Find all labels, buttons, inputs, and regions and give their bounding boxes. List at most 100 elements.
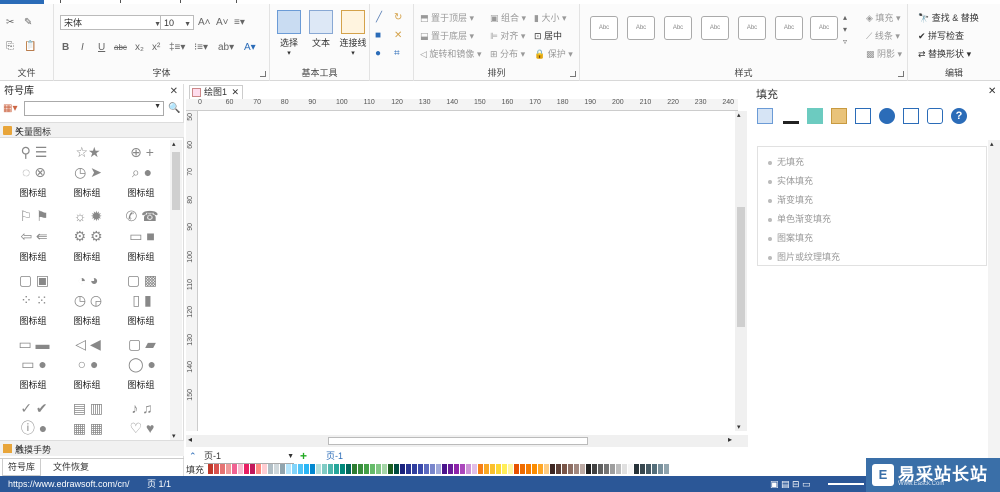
icon-group-item[interactable]: ▭ ▬ ▭ ● 图标组 [6,332,60,394]
style-thumb[interactable]: Abc [627,16,655,40]
line-tool-icon[interactable]: ╱ [376,12,382,24]
color-swatch[interactable] [214,464,219,474]
replace-shape-button[interactable]: ⇄ 替换形状 ▾ [918,48,971,60]
color-swatch[interactable] [580,464,585,474]
grow-font-icon[interactable]: A˄ [198,17,211,29]
send-back-button[interactable]: ⬓ 置于底层 ▾ [420,30,474,42]
search-icon[interactable]: 🔍 [168,103,180,115]
color-swatch[interactable] [628,464,633,474]
color-swatch[interactable] [430,464,435,474]
drawing-page[interactable] [199,112,736,432]
close-icon[interactable]: ✕ [15,443,178,454]
color-swatch[interactable] [424,464,429,474]
color-swatch[interactable] [382,464,387,474]
library-scrollbar[interactable]: ▴ ▾ [170,140,182,440]
color-swatch[interactable] [640,464,645,474]
color-swatch[interactable] [478,464,483,474]
color-swatch[interactable] [448,464,453,474]
color-swatch[interactable] [250,464,255,474]
color-swatch[interactable] [502,464,507,474]
scroll-thumb[interactable] [737,207,745,327]
fill-option[interactable]: 图片或纹理填充 [768,250,840,263]
color-swatch[interactable] [598,464,603,474]
align-button[interactable]: ⊫ 对齐 ▾ [490,30,525,42]
icon-group-item[interactable]: ▢ ▩ ▯ ▮ 图标组 [114,268,168,330]
arc-tool-icon[interactable]: ↻ [394,12,402,24]
color-swatch[interactable] [592,464,597,474]
color-swatch[interactable] [508,464,513,474]
fill-panel-scrollbar[interactable]: ▴ [988,140,1000,460]
color-swatch[interactable] [490,464,495,474]
distribute-button[interactable]: ⊞ 分布 ▾ [490,48,525,60]
bullets-icon[interactable]: ⁝≡▾ [194,42,208,54]
fill-option[interactable]: 单色渐变填充 [768,212,831,225]
spell-check-button[interactable]: ✔ 拼写检查 [918,30,964,42]
color-swatch[interactable] [526,464,531,474]
color-swatch[interactable] [532,464,537,474]
category-header[interactable]: 矢量图标 ✕ [0,122,184,138]
color-swatch[interactable] [388,464,393,474]
bring-front-button[interactable]: ⬒ 置于顶层 ▾ [420,12,474,24]
arrange-dialog-launcher[interactable] [570,71,576,77]
cross-tool-icon[interactable]: ✕ [394,30,402,42]
color-swatch[interactable] [268,464,273,474]
paragraph-align-icon[interactable]: ≡▾ [234,17,245,29]
color-swatch[interactable] [466,464,471,474]
icon-group-item[interactable]: ☼ ✹ ⚙ ⚙ 图标组 [60,204,114,266]
color-swatch[interactable] [484,464,489,474]
ellipse-tool-icon[interactable]: ● [375,48,381,60]
scroll-thumb[interactable] [328,437,588,445]
color-swatch[interactable] [280,464,285,474]
color-swatch[interactable] [538,464,543,474]
style-thumb[interactable]: Abc [775,16,803,40]
icon-group-item[interactable]: ⚲ ☰ ◌ ⊗ 图标组 [6,140,60,202]
page-tab[interactable]: 页-1 [326,450,343,463]
color-swatch[interactable] [616,464,621,474]
category-header[interactable]: 触摸手势 ✕ [0,440,184,456]
color-swatch[interactable] [610,464,615,474]
color-swatch[interactable] [472,464,477,474]
color-swatch[interactable] [646,464,651,474]
color-swatch[interactable] [568,464,573,474]
line-pen-icon[interactable] [783,108,799,124]
shadow-button[interactable]: ▩ 阴影 ▾ [866,48,902,60]
shrink-font-icon[interactable]: A˅ [216,17,229,29]
color-swatch[interactable] [520,464,525,474]
comment-icon[interactable] [927,108,943,124]
highlight-icon[interactable]: ab▾ [218,42,234,54]
add-page-icon[interactable]: + [300,450,307,463]
color-swatch[interactable] [328,464,333,474]
icon-group-item[interactable]: ☆★ ◷ ➤ 图标组 [60,140,114,202]
color-swatch[interactable] [394,464,399,474]
format-painter-icon[interactable]: ✎ [24,17,32,29]
layer-icon[interactable] [831,108,847,124]
strikethrough-icon[interactable]: abc [114,42,127,54]
paste-icon[interactable]: 📋 [24,41,36,53]
color-swatch[interactable] [436,464,441,474]
color-swatch[interactable] [658,464,663,474]
status-url[interactable]: https://www.edrawsoft.com/cn/ [8,476,130,492]
color-swatch[interactable] [634,464,639,474]
color-swatch[interactable] [346,464,351,474]
document-tab[interactable]: 绘图1 ✕ [189,85,243,99]
globe-icon[interactable] [879,108,895,124]
fill-bucket-icon[interactable] [757,108,773,124]
color-swatch[interactable] [292,464,297,474]
icon-group-item[interactable]: ▢ ▰ ◯ ● 图标组 [114,332,168,394]
color-swatch[interactable] [406,464,411,474]
fill-option[interactable]: 图案填充 [768,231,813,244]
connector-button[interactable]: 连接线 ▾ [336,10,370,57]
superscript-icon[interactable]: x² [152,42,160,54]
icon-group-item[interactable]: ◁ ◀ ○ ● 图标组 [60,332,114,394]
color-swatch[interactable] [304,464,309,474]
font-size-select[interactable]: 10 ▼ [160,15,194,30]
collapse-icon[interactable]: ⌃ [189,450,197,463]
line-button[interactable]: ⟋ 线条 ▾ [866,30,900,42]
fill-option[interactable]: 实体填充 [768,174,813,187]
size-button[interactable]: ▮ 大小 ▾ [534,12,567,24]
help-icon[interactable]: ? [951,108,967,124]
color-swatch[interactable] [604,464,609,474]
color-swatch[interactable] [232,464,237,474]
line-spacing-icon[interactable]: ‡≡▾ [169,42,185,54]
italic-icon[interactable]: I [81,42,84,54]
